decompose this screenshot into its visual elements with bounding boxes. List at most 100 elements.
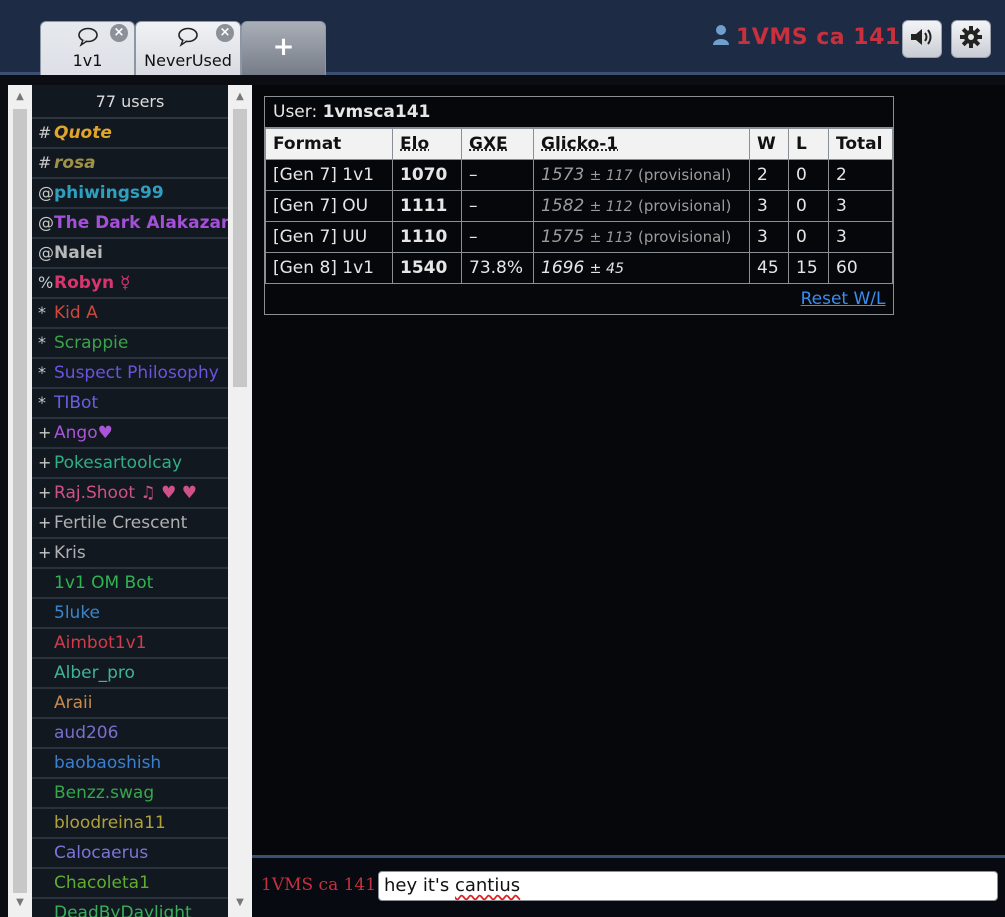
top-header: 1v1 × NeverUsed × + 1VMS ca 141	[0, 0, 1005, 75]
user-rank-symbol: @	[38, 213, 54, 232]
cell-losses: 15	[788, 252, 829, 284]
provisional-label: (provisional)	[637, 166, 732, 184]
user-name: Calocaerus	[54, 843, 149, 863]
scroll-up-icon[interactable]: ▲	[228, 87, 252, 107]
cell-gxe: –	[461, 159, 534, 191]
userlist-item[interactable]: %Robyn ☿	[32, 269, 228, 299]
userlist-scrollbar[interactable]: ▲ ▼	[228, 85, 252, 917]
userlist-item[interactable]: * Scrappie	[32, 329, 228, 359]
userlist-item[interactable]: @phiwings99	[32, 179, 228, 209]
scroll-down-icon[interactable]: ▼	[8, 893, 32, 913]
col-elo-label: Elo	[400, 134, 430, 154]
userlist-panel: ▲ ▼ 77 users # Quote # rosa @phiwings99 @The …	[8, 85, 252, 917]
user-name: Araii	[54, 693, 93, 713]
userlist-item[interactable]: Alber_pro	[32, 659, 228, 689]
user-rank-symbol: +	[38, 483, 52, 502]
userlist-item[interactable]: @Nalei	[32, 239, 228, 269]
new-tab-button[interactable]: +	[241, 21, 326, 75]
glicko-deviation: ± 113	[589, 230, 633, 246]
ladder-table: Format Elo GXE Glicko-1 W L Total [Gen 7…	[265, 128, 893, 314]
userlist-item[interactable]: aud206	[32, 719, 228, 749]
chat-input-text: hey it's	[384, 875, 455, 896]
user-rank-symbol: *	[38, 303, 46, 322]
user-rank-symbol: +	[38, 543, 52, 562]
cell-glicko: 1575 ± 113 (provisional)	[533, 221, 750, 253]
user-name: Pokesartoolcay	[54, 453, 183, 473]
cell-total: 60	[828, 252, 893, 284]
user-count[interactable]: 77 users	[32, 85, 228, 119]
userlist-item[interactable]: * Kid A	[32, 299, 228, 329]
scroll-down-icon[interactable]: ▼	[228, 893, 252, 913]
userlist-item[interactable]: + Raj.Shoot ♫ ♥ ♥	[32, 479, 228, 509]
userlist-item[interactable]: * Suspect Philosophy	[32, 359, 228, 389]
user-name: phiwings99	[54, 183, 164, 203]
user-name: Suspect Philosophy	[54, 363, 219, 383]
scroll-thumb[interactable]	[13, 109, 27, 893]
chat-username[interactable]: 1VMS ca 141	[261, 875, 376, 895]
stats-username: 1vmsca141	[322, 102, 431, 122]
glicko-rating: 1582	[541, 196, 585, 216]
userlist-item[interactable]: Aimbot1v1	[32, 629, 228, 659]
user-rank-symbol: +	[38, 513, 52, 532]
userlist-item[interactable]: bloodreina11	[32, 809, 228, 839]
current-username[interactable]: 1VMS ca 141	[712, 24, 901, 52]
cell-wins: 2	[749, 159, 789, 191]
glicko-deviation: ± 45	[589, 261, 625, 277]
col-losses: L	[788, 128, 829, 160]
userlist-item[interactable]: * TIBot	[32, 389, 228, 419]
userlist-item[interactable]: Chacoleta1	[32, 869, 228, 899]
userlist-item[interactable]: Calocaerus	[32, 839, 228, 869]
userlist-item[interactable]: @The Dark Alakazam	[32, 209, 228, 239]
userlist-item[interactable]: + Ango♥	[32, 419, 228, 449]
scroll-up-icon[interactable]: ▲	[8, 87, 32, 107]
cell-format: [Gen 7] OU	[265, 190, 393, 222]
chat-message-input[interactable]: hey it's cantius	[378, 871, 998, 901]
user-name: Fertile Crescent	[54, 513, 188, 533]
glicko-deviation: ± 112	[589, 199, 633, 215]
close-tab-icon[interactable]: ×	[216, 24, 234, 42]
col-glicko-label: Glicko-1	[541, 134, 619, 154]
userlist-item[interactable]: Benzz.swag	[32, 779, 228, 809]
tab-1v1[interactable]: 1v1 ×	[40, 21, 135, 75]
scroll-thumb[interactable]	[233, 109, 247, 387]
table-row: [Gen 7] 1v1 1070–1573 ± 117 (provisional)…	[265, 159, 893, 191]
userlist-item[interactable]: + Fertile Crescent	[32, 509, 228, 539]
user-label: User:	[273, 102, 318, 122]
close-tab-icon[interactable]: ×	[110, 24, 128, 42]
table-row: [Gen 7] OU 1111–1582 ± 112 (provisional) 3…	[265, 190, 893, 222]
userlist-item[interactable]: + Pokesartoolcay	[32, 449, 228, 479]
user-rank-symbol: *	[38, 363, 46, 382]
tab-label: 1v1	[72, 51, 103, 70]
user-rank-symbol: *	[38, 393, 46, 412]
user-name: The Dark Alakazam	[54, 213, 228, 233]
settings-button[interactable]	[951, 20, 991, 58]
left-scrollbar[interactable]: ▲ ▼	[8, 85, 32, 917]
userlist-item[interactable]: baobaoshish	[32, 749, 228, 779]
user-stats-panel: User: 1vmsca141 Format Elo GXE Glicko-1 …	[264, 96, 894, 315]
userlist-item[interactable]: + Kris	[32, 539, 228, 569]
cell-total: 3	[828, 190, 893, 222]
user-name: bloodreina11	[54, 813, 166, 833]
userlist-item[interactable]: DeadByDaylight	[32, 899, 228, 917]
reset-wl-link[interactable]: Reset W/L	[801, 289, 886, 309]
tab-neverused[interactable]: NeverUsed ×	[135, 21, 241, 75]
cell-format: [Gen 7] UU	[265, 221, 393, 253]
cell-glicko: 1696 ± 45	[533, 252, 750, 284]
user-name: Raj.Shoot ♫ ♥ ♥	[54, 483, 197, 503]
user-name: Alber_pro	[54, 663, 135, 683]
user-name: Kris	[54, 543, 86, 563]
reset-row: Reset W/L	[266, 284, 893, 315]
col-gxe-label: GXE	[469, 134, 508, 154]
userlist-item[interactable]: 1v1 OM Bot	[32, 569, 228, 599]
user-name: rosa	[54, 153, 96, 173]
cell-wins: 3	[749, 190, 789, 222]
user-name: baobaoshish	[54, 753, 162, 773]
userlist-item[interactable]: # Quote	[32, 119, 228, 149]
userlist-item[interactable]: Araii	[32, 689, 228, 719]
col-gxe: GXE	[461, 128, 534, 160]
userlist-item[interactable]: # rosa	[32, 149, 228, 179]
sound-button[interactable]	[902, 20, 942, 58]
userlist-item[interactable]: 5luke	[32, 599, 228, 629]
glicko-value: 1573 ± 117	[541, 165, 633, 185]
misspelled-word: cantius	[454, 875, 521, 896]
